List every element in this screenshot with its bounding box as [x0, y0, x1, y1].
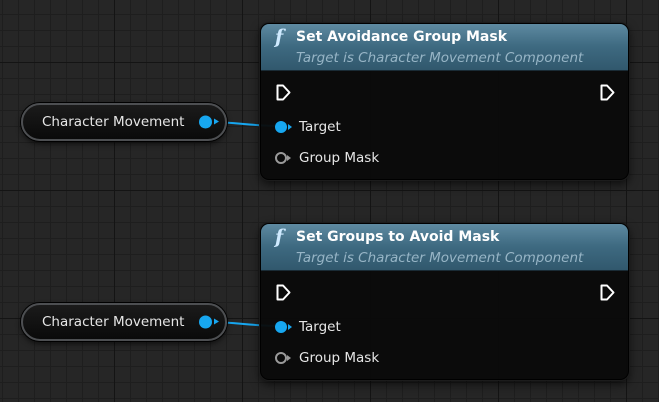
character-movement-output-pin[interactable] [199, 315, 219, 329]
function-icon: f [275, 226, 284, 248]
character-movement-output-pin[interactable] [199, 115, 219, 129]
node-subtitle: Target is Character Movement Component [296, 50, 584, 66]
exec-output-pin-icon[interactable] [600, 84, 615, 101]
group-mask-pin-label: Group Mask [299, 350, 380, 366]
group-mask-pin[interactable]: Group Mask [275, 350, 379, 366]
node-title: Set Groups to Avoid Mask [296, 229, 500, 245]
character-movement-label: Character Movement [42, 314, 185, 330]
character-movement-label: Character Movement [42, 114, 185, 130]
group-mask-pin-label: Group Mask [299, 150, 380, 166]
function-icon: f [275, 26, 284, 48]
target-pin-label: Target [299, 119, 341, 135]
struct-pin-icon[interactable] [275, 352, 291, 364]
target-pin-label: Target [299, 319, 341, 335]
set-avoidance-group-mask-node[interactable]: f Set Avoidance Group Mask Target is Cha… [260, 23, 629, 180]
exec-input-pin-icon[interactable] [276, 84, 291, 101]
exec-output-pin-icon[interactable] [600, 284, 615, 301]
object-pin-icon[interactable] [275, 121, 292, 133]
target-pin[interactable]: Target [275, 119, 341, 135]
node-title: Set Avoidance Group Mask [296, 29, 508, 45]
node-subtitle: Target is Character Movement Component [296, 250, 584, 266]
object-pin-icon[interactable] [275, 321, 292, 333]
node-header: f Set Groups to Avoid Mask Target is Cha… [261, 224, 628, 271]
exec-input-pin-icon[interactable] [276, 284, 291, 301]
character-movement-node[interactable]: Character Movement [21, 103, 227, 141]
node-header: f Set Avoidance Group Mask Target is Cha… [261, 24, 628, 71]
struct-pin-icon[interactable] [275, 152, 291, 164]
character-movement-node[interactable]: Character Movement [21, 303, 227, 341]
target-pin[interactable]: Target [275, 319, 341, 335]
set-groups-to-avoid-mask-node[interactable]: f Set Groups to Avoid Mask Target is Cha… [260, 223, 629, 380]
group-mask-pin[interactable]: Group Mask [275, 150, 379, 166]
